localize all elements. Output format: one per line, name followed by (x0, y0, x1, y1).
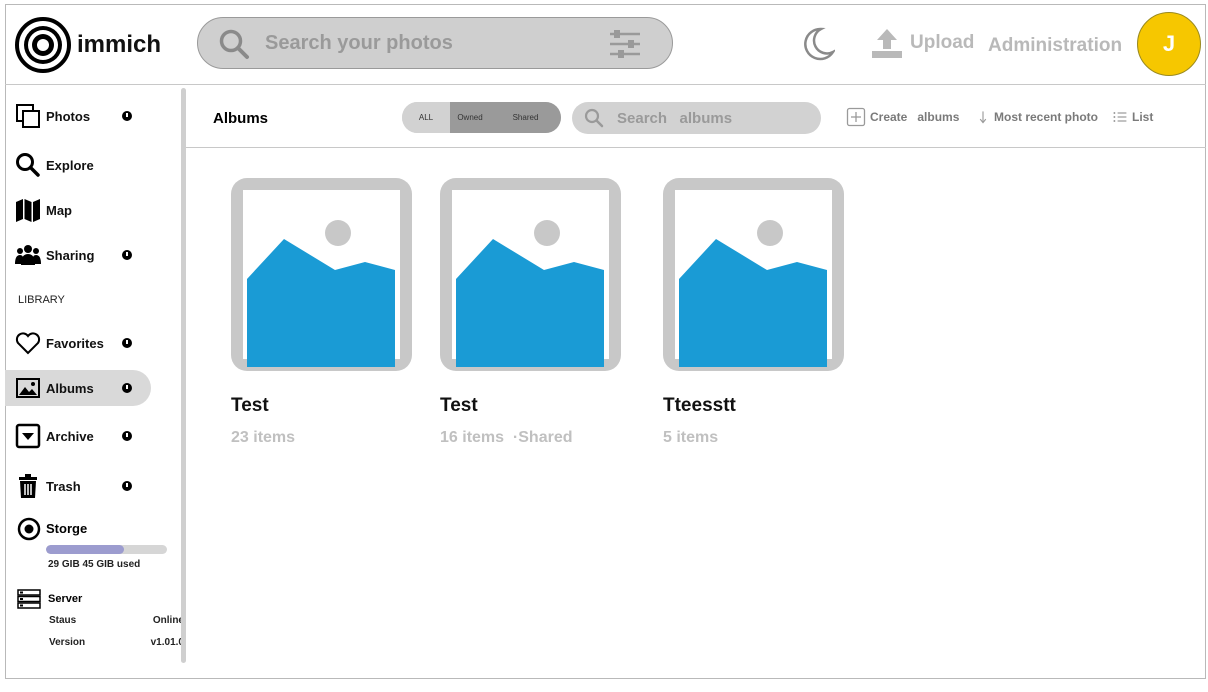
storage-icon (17, 517, 41, 541)
archive-icon (15, 423, 41, 449)
sidebar-item-photos[interactable]: Photos (5, 98, 151, 134)
sidebar-item-label: Map (46, 202, 72, 218)
library-section-label: LIBRARY (18, 294, 65, 306)
storage-usage-bar (46, 545, 167, 554)
photo-search-bar[interactable]: Search your photos (197, 17, 673, 69)
sidebar-item-label: Albums (46, 380, 94, 396)
album-subtitle: 5 items (663, 429, 719, 446)
sidebar-item-trash[interactable]: Trash (5, 468, 151, 504)
info-badge-icon (122, 250, 132, 260)
user-avatar[interactable]: J (1137, 12, 1201, 76)
storage-usage-text: 29 GIB 45 GIB used (48, 559, 141, 570)
toolbar-divider (186, 147, 1206, 148)
storage-usage-fill (46, 545, 124, 554)
search-icon (219, 29, 249, 59)
upload-button[interactable]: Upload (870, 26, 974, 60)
sidebar-scrollbar[interactable] (181, 88, 186, 663)
sidebar-item-label: Favorites (46, 335, 104, 351)
trash-icon (19, 474, 37, 498)
create-album-label: Create albums (870, 110, 960, 124)
info-badge-icon (122, 383, 132, 393)
sidebar-item-sharing[interactable]: Sharing (5, 237, 151, 273)
sidebar-item-explore[interactable]: Explore (5, 147, 151, 183)
album-thumbnail[interactable] (231, 178, 412, 371)
app-name: immich (77, 31, 162, 58)
header-divider (5, 84, 1206, 85)
image-placeholder-icon (679, 220, 827, 367)
sort-label: Most recent photo (994, 110, 1098, 124)
sidebar-item-label: Trash (46, 478, 81, 494)
album-title[interactable]: Test (231, 395, 413, 417)
sidebar: Photos Explore Map Sharing LIBRARY Favor… (5, 85, 184, 670)
info-badge-icon (122, 431, 132, 441)
album-subtitle: 23 items (231, 429, 296, 446)
sidebar-item-albums[interactable]: Albums (5, 370, 151, 406)
plus-square-icon (846, 107, 866, 127)
image-placeholder-icon (456, 220, 604, 367)
app-logo[interactable]: immich (15, 17, 161, 73)
sidebar-item-favorites[interactable]: Favorites (5, 325, 151, 361)
album-card[interactable]: Test 16 items ·Shared (440, 178, 622, 447)
image-icon (16, 378, 40, 398)
photos-icon (16, 104, 40, 128)
filter-sliders-icon[interactable] (608, 28, 642, 60)
server-status-label: Staus (49, 615, 77, 626)
album-subtitle: 16 items ·Shared (440, 429, 573, 446)
server-icon (17, 589, 41, 609)
server-version-label: Version (49, 637, 86, 648)
album-thumbnail[interactable] (663, 178, 844, 371)
sort-button[interactable]: Most recent photo (976, 107, 1098, 127)
storage-label: Storge (46, 521, 88, 536)
server-label: Server (48, 593, 83, 605)
sidebar-item-label: Sharing (46, 247, 95, 263)
people-icon (15, 245, 41, 265)
theme-toggle-moon-icon[interactable] (801, 26, 835, 62)
filter-shared-button[interactable]: Shared (490, 102, 561, 133)
album-title[interactable]: Test (440, 395, 622, 417)
view-mode-label: List (1132, 110, 1154, 124)
filter-owned-button[interactable]: Owned (450, 102, 490, 133)
view-mode-button[interactable]: List (1112, 107, 1153, 127)
album-card[interactable]: Test 23 items (231, 178, 413, 447)
administration-link[interactable]: Administration (988, 35, 1122, 57)
page-title: Albums (213, 110, 269, 127)
upload-label: Upload (910, 32, 975, 53)
map-icon (16, 199, 40, 222)
album-search-input[interactable]: Search albums (572, 102, 821, 134)
immich-logo-icon (15, 17, 71, 73)
search-placeholder: Search your photos (265, 32, 453, 54)
search-icon (584, 108, 604, 128)
heart-icon (15, 332, 41, 355)
sidebar-item-label: Photos (46, 108, 91, 124)
create-album-button[interactable]: Create albums (846, 107, 959, 127)
list-icon (1113, 112, 1127, 122)
filter-all-button[interactable]: ALL (402, 102, 450, 133)
album-card[interactable]: Tteesstt 5 items (663, 178, 845, 447)
sidebar-item-map[interactable]: Map (5, 192, 151, 228)
info-badge-icon (122, 111, 132, 121)
album-filter-segmented-control: ALL Owned Shared (402, 102, 561, 133)
server-version-value: v1.01.0 (150, 637, 184, 648)
sidebar-item-archive[interactable]: Archive (5, 418, 151, 454)
arrow-down-icon (979, 111, 987, 124)
info-badge-icon (122, 338, 132, 348)
sidebar-item-label: Archive (46, 428, 94, 444)
sidebar-item-label: Explore (46, 157, 94, 173)
server-version-row: Version v1.01.0 (49, 637, 184, 648)
upload-icon (872, 29, 902, 58)
search-icon (16, 153, 40, 177)
image-placeholder-icon (247, 220, 395, 367)
server-status-row: Staus Online (49, 615, 184, 626)
info-badge-icon (122, 481, 132, 491)
album-search-placeholder: Search albums (617, 110, 733, 127)
album-title[interactable]: Tteesstt (663, 395, 845, 417)
server-status-value: Online (152, 615, 184, 626)
album-thumbnail[interactable] (440, 178, 621, 371)
